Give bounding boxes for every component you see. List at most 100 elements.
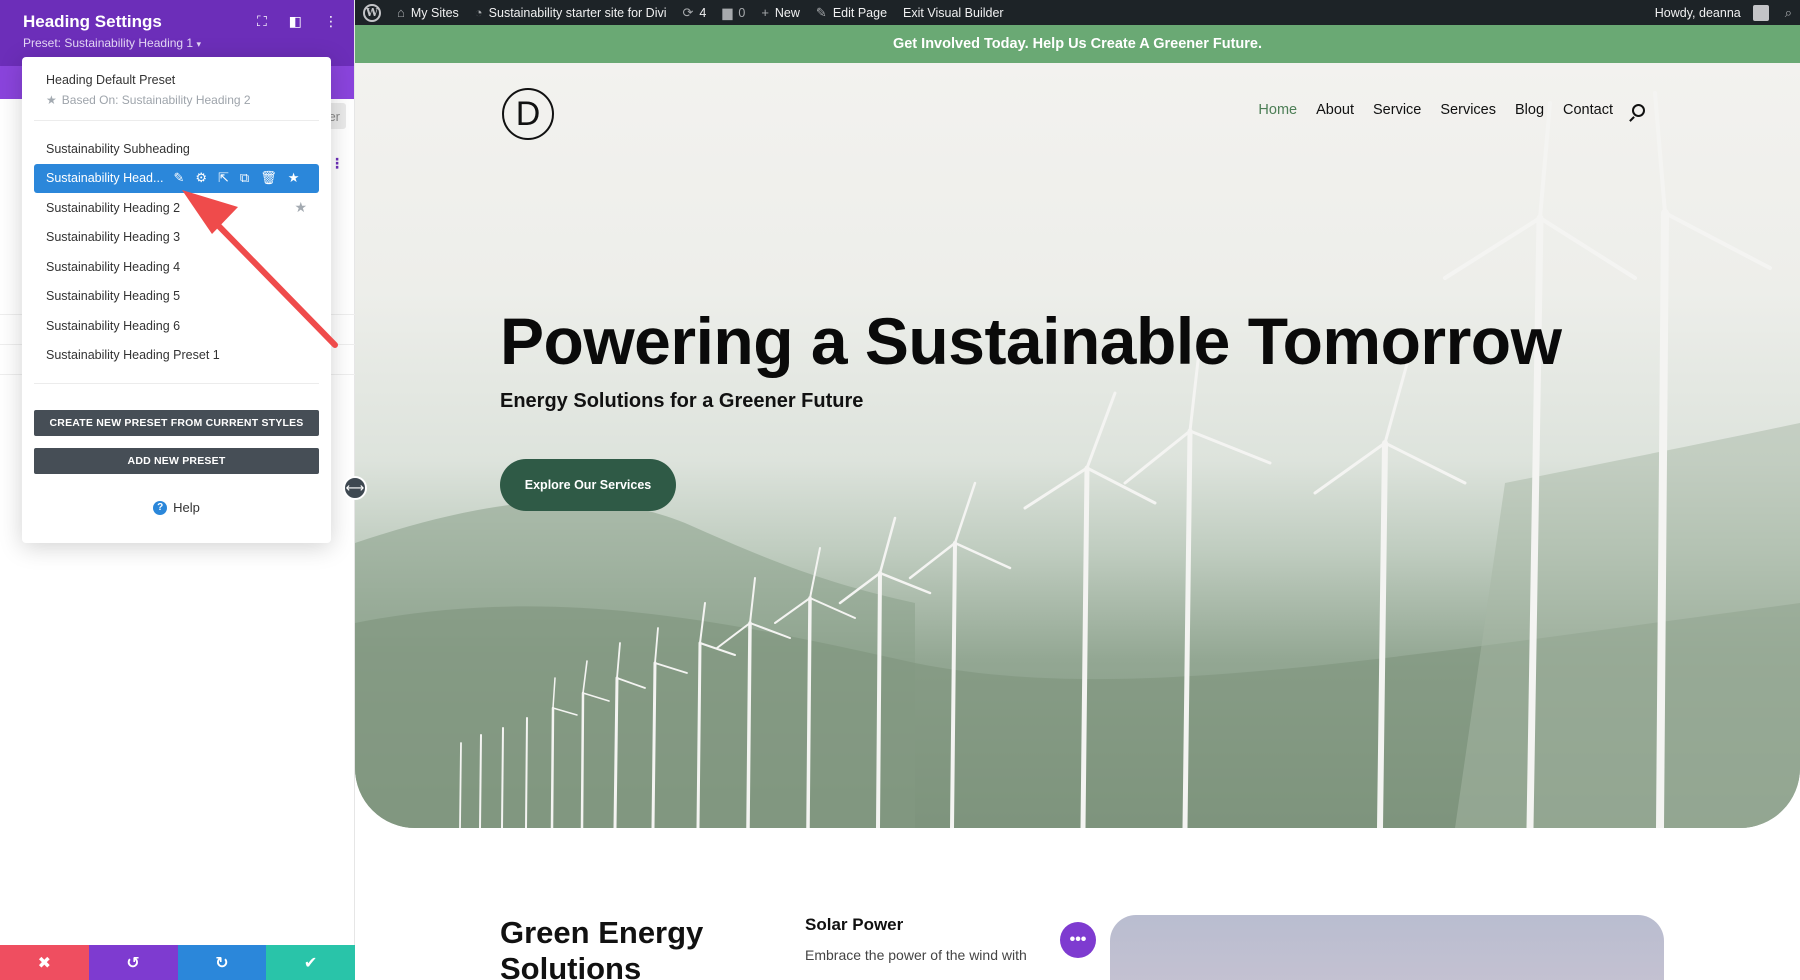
discard-button[interactable]: ✖ (0, 945, 89, 980)
star-icon[interactable]: ★ (294, 199, 307, 216)
preset-selector[interactable]: Preset: Sustainability Heading 1 ▾ (23, 36, 331, 50)
menu-item-blog[interactable]: Blog (1515, 102, 1544, 118)
card-text: Embrace the power of the wind with (805, 947, 1027, 963)
preset-item-label: Sustainability Heading 5 (46, 289, 181, 304)
preset-selector-label: Preset: Sustainability Heading 1 (23, 36, 194, 50)
preset-item-label: Sustainability Subheading (46, 141, 190, 156)
search-icon[interactable] (1632, 103, 1645, 117)
divider (34, 120, 319, 121)
preset-item-heading-5[interactable]: Sustainability Heading 5 (34, 282, 319, 312)
resize-arrows-icon: ⟷ (345, 480, 365, 495)
duplicate-icon[interactable]: ⧉ (240, 170, 249, 186)
preset-item-label: Sustainability Heading 6 (46, 318, 181, 333)
sites-icon: ⌂ (397, 5, 405, 20)
dock-panel-icon[interactable]: ◧ (289, 13, 302, 30)
section-title: Green Energy Solutions (500, 915, 704, 980)
divider (34, 383, 319, 384)
search-icon: ⌕ (1784, 4, 1792, 20)
preset-item-heading-2[interactable]: Sustainability Heading 2 ★ (34, 193, 319, 223)
close-icon: ✖ (37, 954, 52, 972)
comments-menu[interactable]: ▆ 0 (714, 0, 753, 25)
help-link[interactable]: ? Help (22, 500, 331, 515)
menu-item-home[interactable]: Home (1258, 102, 1297, 118)
avatar (1752, 4, 1769, 21)
gear-icon[interactable]: ⚙ (195, 170, 207, 186)
undo-button[interactable]: ↺ (88, 945, 178, 980)
divi-logo[interactable]: D (502, 88, 554, 140)
create-preset-from-styles-button[interactable]: CREATE NEW PRESET FROM CURRENT STYLES (34, 410, 319, 436)
star-icon[interactable]: ★ (288, 170, 300, 186)
my-account-menu[interactable]: Howdy, deanna (1647, 0, 1777, 25)
updates-menu[interactable]: ⟳ 4 (675, 0, 715, 25)
preset-list: Sustainability Subheading Sustainability… (22, 134, 331, 370)
preset-item-label: Sustainability Heading 2 (46, 200, 181, 215)
preset-item-heading-preset-1[interactable]: Sustainability Heading Preset 1 (34, 341, 319, 371)
wordpress-menu[interactable]: W (355, 0, 389, 25)
checkmark-icon: ✔ (303, 954, 318, 972)
comment-icon: ▆ (722, 4, 733, 20)
export-icon[interactable]: ⇱ (218, 170, 229, 186)
based-on-label: Based On: Sustainability Heading 2 (61, 93, 251, 107)
main-menu: Home About Service Services Blog Contact (1258, 102, 1645, 118)
help-label: Help (173, 500, 200, 515)
more-vertical-icon[interactable]: ⋮ (324, 13, 338, 30)
preset-item-heading-6[interactable]: Sustainability Heading 6 (34, 311, 319, 341)
site-preview: Get Involved Today. Help Us Create A Gre… (355, 25, 1800, 980)
top-banner-text: Get Involved Today. Help Us Create A Gre… (892, 36, 1263, 52)
exit-visual-builder-link[interactable]: Exit Visual Builder (895, 0, 1012, 25)
site-header: D Home About Service Services Blog Conta… (355, 63, 1800, 157)
options-dots-icon[interactable]: ⋮ (330, 155, 344, 172)
default-preset[interactable]: Heading Default Preset ★ Based On: Susta… (22, 69, 331, 107)
preset-item-label: Sustainability Heading 3 (46, 230, 181, 245)
updates-icon: ⟳ (682, 4, 694, 20)
add-new-preset-button[interactable]: ADD NEW PRESET (34, 448, 319, 474)
preset-item-subheading[interactable]: Sustainability Subheading (34, 134, 319, 164)
my-sites-label: My Sites (410, 5, 459, 20)
hero-heading[interactable]: Powering a Sustainable Tomorrow (500, 303, 1562, 379)
howdy-label: Howdy, deanna (1654, 5, 1741, 20)
pencil-icon[interactable]: ✎ (173, 170, 184, 186)
based-on-info: ★ Based On: Sustainability Heading 2 (46, 93, 307, 107)
preset-item-heading-3[interactable]: Sustainability Heading 3 (34, 223, 319, 253)
edit-page-link[interactable]: ✎ Edit Page (808, 0, 895, 25)
save-button[interactable]: ✔ (266, 945, 355, 980)
hero-section: D Home About Service Services Blog Conta… (355, 63, 1800, 828)
edit-page-label: Edit Page (832, 5, 888, 20)
panel-resize-handle[interactable]: ⟷ (343, 476, 367, 500)
plus-icon: + (761, 5, 769, 20)
redo-icon: ↻ (215, 954, 229, 972)
menu-item-service[interactable]: Service (1373, 102, 1421, 118)
new-content-menu[interactable]: + New (753, 0, 808, 25)
section-image (1110, 915, 1664, 980)
comments-count: 0 (738, 5, 746, 20)
top-banner: Get Involved Today. Help Us Create A Gre… (355, 25, 1800, 63)
caret-down-icon: ▾ (196, 39, 201, 49)
fullscreen-icon[interactable]: ⛶ (257, 13, 267, 30)
help-icon: ? (153, 500, 168, 515)
explore-services-button[interactable]: Explore Our Services (500, 459, 676, 511)
preset-item-heading-1[interactable]: Sustainability Head... ✎ ⚙ ⇱ ⧉ 🗑 ★ (34, 163, 319, 193)
default-preset-title: Heading Default Preset (46, 73, 176, 87)
menu-item-services[interactable]: Services (1440, 102, 1496, 118)
site-name-menu[interactable]: ◔ Sustainability starter site for Divi (467, 0, 675, 25)
updates-count: 4 (699, 5, 707, 20)
card-title: Solar Power (805, 915, 904, 934)
trash-icon[interactable]: 🗑 (260, 170, 277, 186)
ellipsis-icon: ••• (1069, 931, 1087, 948)
more-options-button[interactable]: ••• (1060, 922, 1096, 958)
redo-button[interactable]: ↻ (177, 945, 267, 980)
admin-bar: W ⌂ My Sites ◔ Sustainability starter si… (355, 0, 1800, 25)
panel-footer: ✖ ↺ ↻ ✔ (0, 945, 355, 980)
menu-item-about[interactable]: About (1316, 102, 1354, 118)
my-sites-menu[interactable]: ⌂ My Sites (389, 0, 467, 25)
new-label: New (774, 5, 800, 20)
admin-search[interactable]: ⌕ (1777, 0, 1800, 25)
star-icon: ★ (46, 93, 57, 107)
preset-item-label: Sustainability Heading 4 (46, 259, 181, 274)
preset-item-label: Sustainability Head... (46, 171, 164, 186)
menu-item-contact[interactable]: Contact (1563, 102, 1613, 118)
wordpress-logo-icon: W (363, 3, 381, 22)
hero-subheading: Energy Solutions for a Greener Future (500, 390, 864, 412)
preset-item-heading-4[interactable]: Sustainability Heading 4 (34, 252, 319, 282)
logo-letter: D (515, 94, 541, 133)
